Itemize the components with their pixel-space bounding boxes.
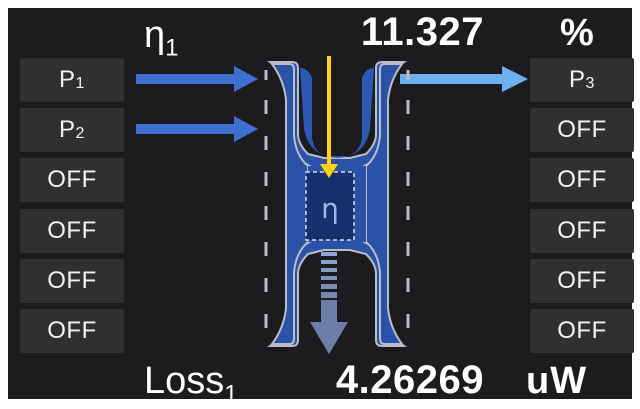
loss-arrow-icon xyxy=(310,252,348,354)
eta1-symbol: η xyxy=(144,14,166,56)
efficiency-unit: % xyxy=(560,12,594,54)
loss-sub: 1 xyxy=(224,380,238,408)
output-arrow-icon xyxy=(400,66,528,92)
loss-value: 4.26269 xyxy=(335,358,484,402)
loss-unit: uW xyxy=(526,360,588,402)
center-eta-label: η xyxy=(321,192,339,225)
efficiency-value: 11.327 xyxy=(360,10,484,54)
eta1-sub: 1 xyxy=(165,34,179,62)
loss-text: Loss xyxy=(144,360,225,402)
input-arrow-1-icon xyxy=(136,66,258,92)
efficiency-diagram: η xyxy=(136,56,528,354)
loss-label: Loss1 xyxy=(144,360,238,409)
power-efficiency-panel: P1 P2 OFF OFF OFF OFF P3 OFF OFF OFF OFF… xyxy=(8,8,634,408)
eta1-label: η1 xyxy=(144,14,179,63)
input-arrow-2-icon xyxy=(136,116,258,142)
